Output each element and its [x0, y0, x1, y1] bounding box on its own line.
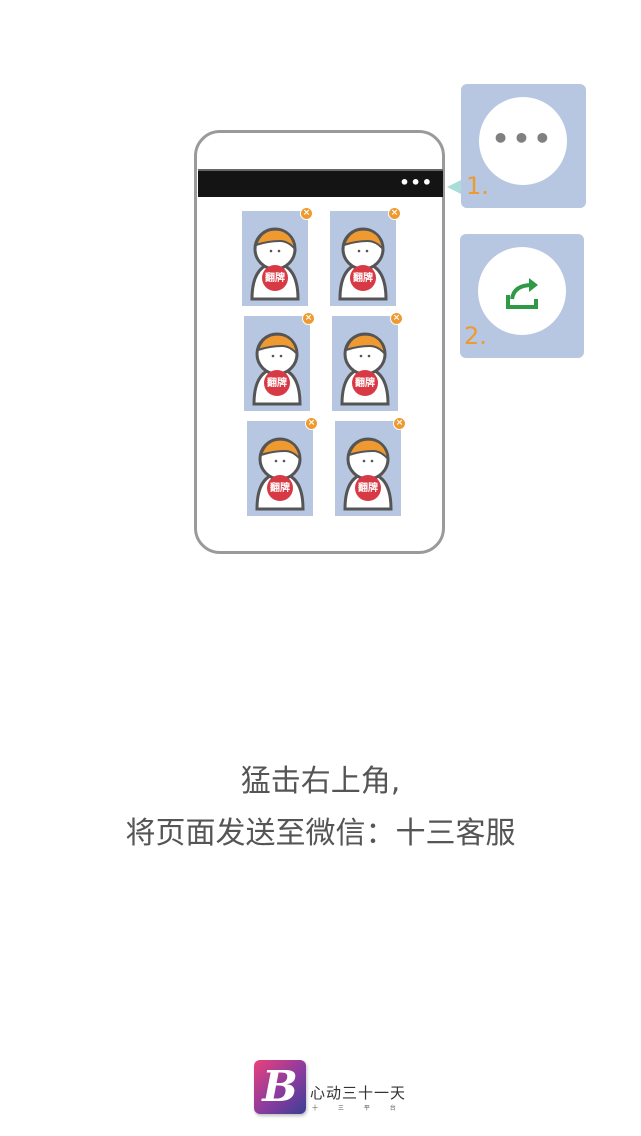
- profile-card: 翻牌 ×: [332, 312, 403, 411]
- flip-card-label: 翻牌: [270, 483, 290, 494]
- profile-card: 翻牌 ×: [247, 417, 318, 516]
- step-1-number: 1.: [466, 172, 489, 200]
- close-badge-icon[interactable]: ×: [305, 417, 318, 430]
- brand-name: 心动三十一天: [310, 1084, 407, 1102]
- step-2-number: 2.: [464, 322, 487, 350]
- flip-card-label: 翻牌: [267, 378, 287, 389]
- step-1-panel: ••• 1.: [461, 84, 586, 208]
- phone-menu-dots-icon: •••: [399, 173, 433, 192]
- more-dots-icon: •••: [491, 122, 555, 155]
- instruction-line-1: 猛击右上角,: [240, 764, 401, 799]
- brand-subtitle: 十 三 平 台: [312, 1105, 396, 1112]
- profile-card: 翻牌 ×: [335, 417, 406, 516]
- flip-card-label: 翻牌: [265, 273, 285, 284]
- step-2-panel: 2.: [460, 234, 584, 358]
- profile-card: 翻牌 ×: [242, 207, 313, 306]
- phone-title-bar: •••: [198, 169, 443, 197]
- more-button[interactable]: •••: [479, 97, 567, 185]
- flip-card-label: 翻牌: [353, 273, 373, 284]
- flip-card-label: 翻牌: [358, 483, 378, 494]
- share-icon: [506, 278, 538, 309]
- close-badge-icon[interactable]: ×: [393, 417, 406, 430]
- profile-card: 翻牌 ×: [244, 312, 315, 411]
- flip-card-label: 翻牌: [355, 378, 375, 389]
- share-button[interactable]: [478, 247, 566, 335]
- close-badge-icon[interactable]: ×: [390, 312, 403, 325]
- brand-logo: B: [254, 1060, 306, 1114]
- close-badge-icon[interactable]: ×: [388, 207, 401, 220]
- close-badge-icon[interactable]: ×: [302, 312, 315, 325]
- profile-card: 翻牌 ×: [330, 207, 401, 306]
- instruction-line-2: 将页面发送至微信：十三客服: [125, 816, 516, 851]
- close-badge-icon[interactable]: ×: [300, 207, 313, 220]
